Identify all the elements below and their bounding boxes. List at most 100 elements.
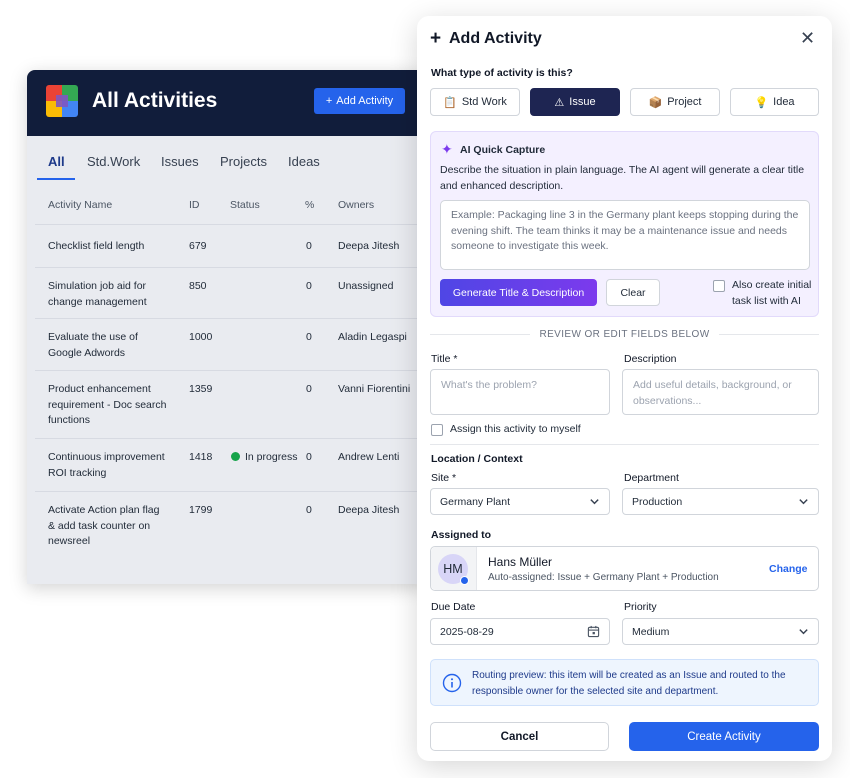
activity-name: Simulation job aid for change management: [48, 280, 147, 308]
ai-panel-title: AI Quick Capture: [460, 144, 546, 156]
activity-id: 1359: [189, 383, 213, 395]
avatar-container: HM: [431, 547, 477, 590]
type-label: Idea: [773, 96, 795, 108]
activity-type-question: What type of activity is this?: [431, 67, 573, 79]
chevron-down-icon: [590, 499, 599, 505]
assigned-to-heading: Assigned to: [431, 529, 492, 541]
plus-icon: +: [325, 95, 333, 107]
page-title: All Activities: [92, 89, 218, 112]
divider-line: [430, 444, 819, 445]
type-label: Issue: [569, 96, 596, 108]
due-date-input[interactable]: 2025-08-29: [430, 618, 610, 645]
column-header-id[interactable]: ID: [189, 199, 200, 211]
ai-panel-description: Describe the situation in plain language…: [440, 164, 805, 192]
activity-tabs: All Std.Work Issues Projects Ideas: [27, 136, 427, 184]
location-heading: Location / Context: [431, 453, 523, 465]
plus-icon: +: [430, 28, 442, 49]
activity-name: Evaluate the use of Google Adwords: [48, 331, 138, 359]
activity-name: Product enhancement requirement - Doc se…: [48, 383, 167, 426]
activity-percent: 0: [306, 451, 312, 463]
table-row[interactable]: Evaluate the use of Google Adwords 1000 …: [35, 318, 427, 370]
column-header-owners[interactable]: Owners: [338, 199, 374, 211]
tasklist-checkbox-label: Also create initial task list with AI: [732, 279, 812, 307]
cancel-button[interactable]: Cancel: [430, 722, 609, 751]
ai-situation-input[interactable]: Example: Packaging line 3 in the Germany…: [440, 200, 810, 270]
activity-id: 1000: [189, 331, 213, 343]
generate-title-description-button[interactable]: Generate Title & Description: [440, 279, 597, 306]
column-header-status[interactable]: Status: [230, 199, 260, 211]
add-activity-button[interactable]: + Add Activity: [314, 88, 405, 114]
type-std-work-button[interactable]: 📋 Std Work: [430, 88, 520, 116]
type-idea-button[interactable]: 💡 Idea: [730, 88, 819, 116]
lightbulb-icon: 💡: [754, 96, 769, 109]
tab-all[interactable]: All: [48, 154, 65, 169]
tab-std-work[interactable]: Std.Work: [87, 154, 140, 169]
table-row[interactable]: Continuous improvement ROI tracking 1418…: [35, 438, 427, 491]
tasklist-checkbox[interactable]: [713, 280, 725, 292]
activity-owner: Unassigned: [338, 280, 394, 292]
activity-id: 850: [189, 280, 207, 292]
department-value: Production: [632, 495, 683, 508]
site-value: Germany Plant: [440, 495, 511, 508]
priority-label: Priority: [624, 601, 657, 613]
assign-self-label: Assign this activity to myself: [450, 423, 581, 435]
description-field-label: Description: [624, 353, 677, 365]
activity-id: 679: [189, 240, 207, 252]
table-row[interactable]: Checklist field length 679 0 Deepa Jites…: [35, 224, 427, 267]
activity-name: Checklist field length: [48, 240, 145, 252]
table-row[interactable]: Activate Action plan flag & add task cou…: [35, 491, 427, 561]
chevron-down-icon: [799, 499, 808, 505]
activity-id: 1799: [189, 504, 213, 516]
avatar-badge-icon: [460, 576, 469, 585]
site-field-label: Site *: [431, 472, 457, 484]
clipboard-icon: 📋: [443, 96, 457, 109]
app-header: All Activities + Add Activity: [27, 70, 427, 136]
change-assignee-link[interactable]: Change: [769, 563, 808, 575]
priority-select[interactable]: Medium: [622, 618, 819, 645]
info-icon: [442, 673, 462, 693]
type-issue-button[interactable]: ⚠ Issue: [530, 88, 620, 116]
priority-value: Medium: [632, 625, 670, 638]
department-select[interactable]: Production: [622, 488, 819, 515]
clear-button[interactable]: Clear: [606, 279, 660, 306]
description-input[interactable]: Add useful details, background, or obser…: [622, 369, 819, 415]
department-field-label: Department: [624, 472, 679, 484]
assignee-detail: Auto-assigned: Issue + Germany Plant + P…: [488, 572, 719, 583]
status-dot-icon: [231, 452, 240, 461]
activity-owner: Vanni Fiorentini: [338, 383, 411, 395]
title-input[interactable]: What's the problem?: [430, 369, 610, 415]
title-field-label: Title *: [431, 353, 458, 365]
sparkle-icon: ✦: [441, 141, 453, 157]
type-label: Project: [667, 96, 702, 108]
close-icon[interactable]: ✕: [800, 28, 815, 49]
dialog-title: Add Activity: [449, 30, 542, 47]
status-badge: In progress: [231, 450, 298, 466]
site-select[interactable]: Germany Plant: [430, 488, 610, 515]
activity-percent: 0: [306, 280, 312, 292]
column-header-percent[interactable]: %: [305, 199, 314, 211]
active-tab-indicator: [37, 178, 75, 180]
table-row[interactable]: Product enhancement requirement - Doc se…: [35, 370, 427, 438]
add-activity-label: Add Activity: [336, 95, 394, 107]
routing-preview-text: Routing preview: this item will be creat…: [472, 670, 786, 697]
due-date-value: 2025-08-29: [440, 625, 494, 638]
assign-self-checkbox[interactable]: [431, 424, 443, 436]
column-header-name[interactable]: Activity Name: [48, 199, 112, 211]
tab-ideas[interactable]: Ideas: [288, 154, 320, 169]
status-label: In progress: [245, 451, 298, 463]
ai-quick-capture-panel: ✦ AI Quick Capture Describe the situatio…: [430, 131, 819, 317]
create-activity-button[interactable]: Create Activity: [629, 722, 819, 751]
warning-icon: ⚠: [554, 96, 565, 109]
chevron-down-icon: [799, 629, 808, 635]
assignee-card: HM Hans Müller Auto-assigned: Issue + Ge…: [430, 546, 819, 591]
tab-issues[interactable]: Issues: [161, 154, 199, 169]
activity-owner: Andrew Lenti: [338, 451, 400, 463]
app-logo: [46, 85, 78, 117]
activity-owner: Deepa Jitesh: [338, 504, 400, 516]
tab-projects[interactable]: Projects: [220, 154, 267, 169]
routing-preview-notice: Routing preview: this item will be creat…: [430, 659, 819, 706]
calendar-icon[interactable]: [587, 625, 600, 638]
table-row[interactable]: Simulation job aid for change management…: [35, 267, 427, 318]
type-project-button[interactable]: 📦 Project: [630, 88, 720, 116]
activity-name: Activate Action plan flag & add task cou…: [48, 504, 160, 547]
